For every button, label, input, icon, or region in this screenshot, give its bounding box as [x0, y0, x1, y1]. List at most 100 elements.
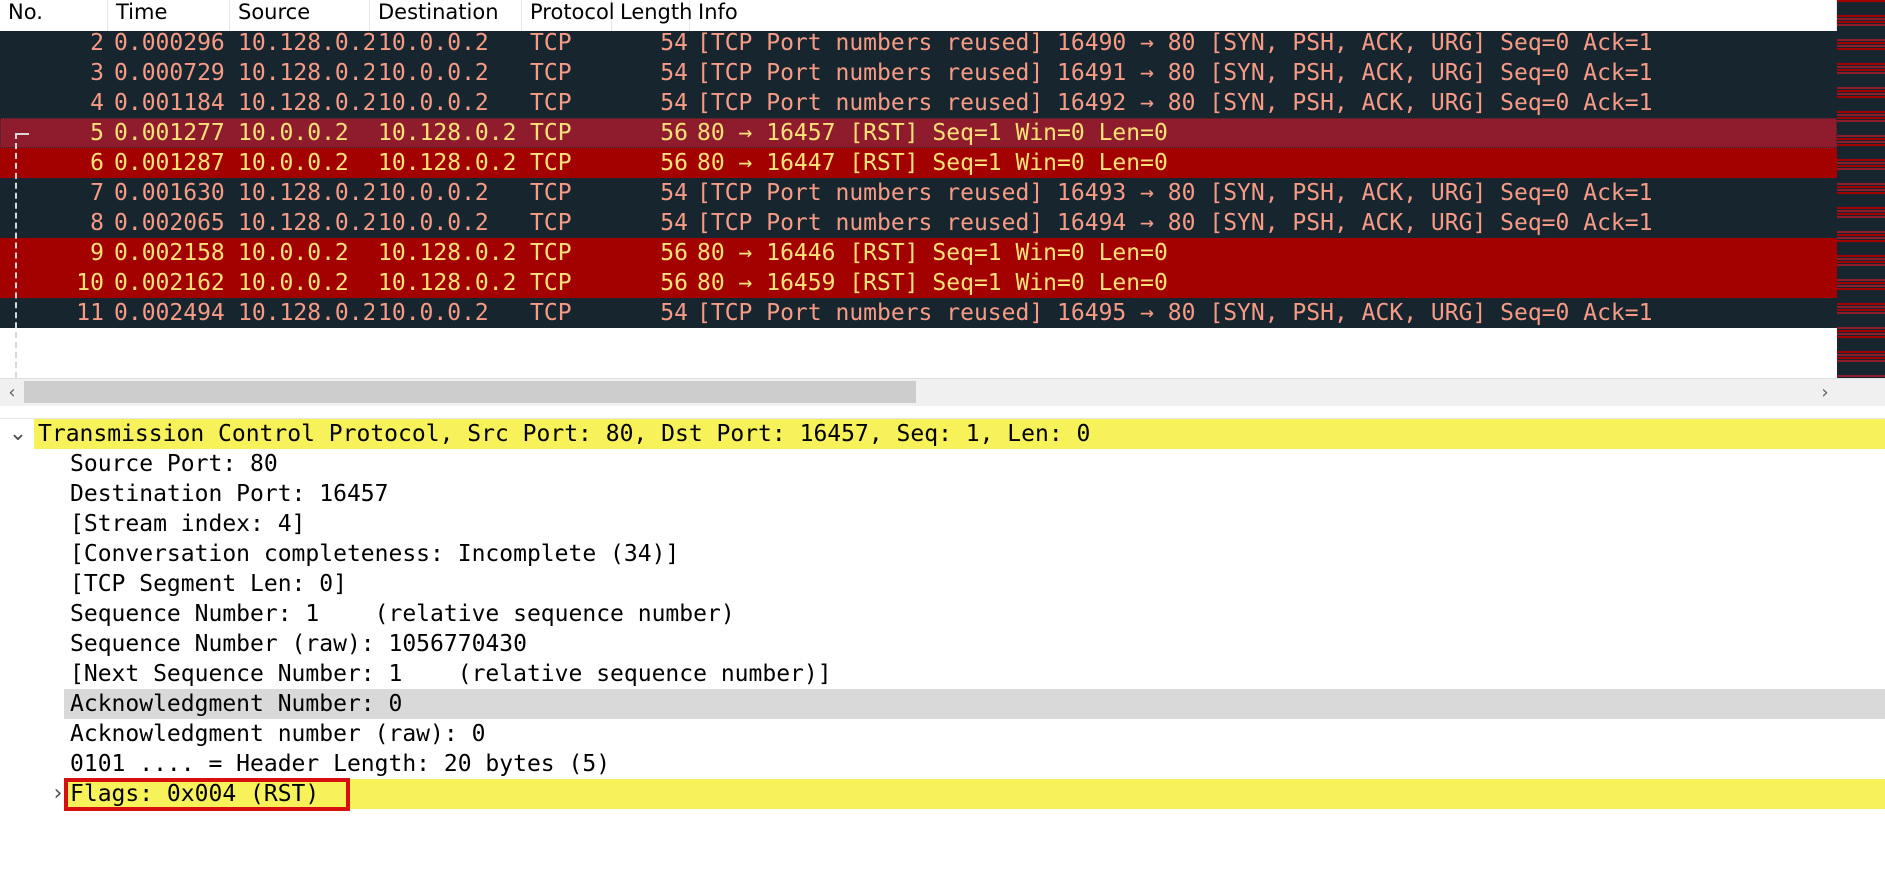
detail-tree-label: Sequence Number (raw): 1056770430: [70, 631, 527, 657]
minimap-stripe: [1837, 90, 1885, 92]
packet-src-cell: 10.128.0.2: [238, 60, 374, 86]
column-header-no[interactable]: No.: [0, 0, 108, 31]
detail-tree-label: Source Port: 80: [70, 451, 278, 477]
horizontal-scrollbar[interactable]: ‹ ›: [0, 378, 1885, 407]
minimap-stripe: [1837, 222, 1885, 224]
minimap-stripe: [1837, 261, 1885, 263]
packet-row[interactable]: 2 0.000296 10.128.0.2 10.0.0.2 TCP 54 [TCP Por…: [0, 31, 1837, 58]
minimap-stripe: [1837, 258, 1885, 260]
detail-tree-item[interactable]: [Stream index: 4]: [0, 509, 1885, 539]
detail-tree-item[interactable]: 0101 .... = Header Length: 20 bytes (5): [0, 749, 1885, 779]
detail-tree-label: Transmission Control Protocol, Src Port:…: [38, 421, 1091, 447]
minimap-stripe: [1837, 0, 1885, 2]
detail-tree-item[interactable]: ⌄ Transmission Control Protocol, Src Port…: [0, 419, 1885, 449]
column-header-info[interactable]: Info: [690, 0, 1837, 31]
packet-dst-cell: 10.0.0.2: [378, 300, 489, 326]
packet-time-cell: 0.002065: [114, 210, 225, 236]
packet-row[interactable]: 3 0.000729 10.128.0.2 10.0.0.2 TCP 54 [TCP Por…: [0, 58, 1837, 88]
detail-tree-label: Destination Port: 16457: [70, 481, 389, 507]
minimap-stripe: [1837, 75, 1885, 77]
column-header-protocol[interactable]: Protocol: [522, 0, 615, 31]
packet-time-cell: 0.001184: [114, 90, 225, 116]
column-header-destination[interactable]: Destination: [370, 0, 522, 31]
minimap-stripe: [1837, 213, 1885, 215]
pane-splitter[interactable]: [0, 406, 1885, 419]
packet-row[interactable]: 9 0.002158 10.0.0.2 10.128.0.2 TCP 56 80 → 164…: [0, 238, 1837, 268]
detail-tree-item[interactable]: [Next Sequence Number: 1 (relative seque…: [0, 659, 1885, 689]
column-header-source[interactable]: Source: [230, 0, 370, 31]
minimap-stripe: [1837, 294, 1885, 296]
minimap-stripe: [1837, 129, 1885, 131]
packet-list-rows: 2 0.000296 10.128.0.2 10.0.0.2 TCP 54 [TCP Por…: [0, 31, 1837, 378]
minimap-stripe: [1837, 174, 1885, 176]
minimap-stripe: [1837, 201, 1885, 203]
scrollbar-thumb[interactable]: [24, 381, 916, 403]
minimap-stripe: [1837, 96, 1885, 98]
packet-row[interactable]: 7 0.001630 10.128.0.2 10.0.0.2 TCP 54 [TCP Por…: [0, 178, 1837, 208]
detail-tree-item[interactable]: Acknowledgment Number: 0: [0, 689, 1885, 719]
minimap-stripe: [1837, 207, 1885, 209]
minimap-stripe: [1837, 99, 1885, 101]
minimap-stripe: [1837, 327, 1885, 329]
packet-row[interactable]: 4 0.001184 10.128.0.2 10.0.0.2 TCP 54 [TCP Por…: [0, 88, 1837, 118]
packet-src-cell: 10.128.0.2: [238, 31, 374, 56]
packet-dst-cell: 10.128.0.2: [378, 120, 517, 146]
packet-len-cell: 54: [660, 210, 688, 236]
column-header-length[interactable]: Length: [612, 0, 692, 31]
minimap-stripe: [1837, 180, 1885, 182]
minimap-stripe: [1837, 183, 1885, 185]
minimap-stripe: [1837, 132, 1885, 134]
minimap-stripe: [1837, 51, 1885, 53]
packet-row[interactable]: 5 0.001277 10.0.0.2 10.128.0.2 TCP 56 80 → 164…: [0, 118, 1837, 148]
packet-src-cell: 10.128.0.2: [238, 300, 374, 326]
minimap-stripe: [1837, 348, 1885, 350]
minimap-stripe: [1837, 144, 1885, 146]
packet-src-cell: 10.128.0.2: [238, 210, 374, 236]
packet-proto-cell: TCP: [530, 300, 572, 326]
packet-proto-cell: TCP: [530, 120, 572, 146]
minimap-stripe: [1837, 15, 1885, 17]
packet-info-cell: [TCP Port numbers reused] 16494 → 80 [SY…: [697, 210, 1653, 236]
minimap-stripe: [1837, 153, 1885, 155]
detail-tree-item[interactable]: [Conversation completeness: Incomplete (…: [0, 539, 1885, 569]
minimap-stripe: [1837, 108, 1885, 110]
minimap-stripe: [1837, 39, 1885, 41]
packet-proto-cell: TCP: [530, 90, 572, 116]
packet-row[interactable]: 11 0.002494 10.128.0.2 10.0.0.2 TCP 54 [TCP Po…: [0, 298, 1837, 328]
packet-src-cell: 10.0.0.2: [238, 150, 349, 176]
minimap-stripe: [1837, 375, 1885, 377]
packet-time-cell: 0.001277: [114, 120, 225, 146]
minimap-stripe: [1837, 231, 1885, 233]
minimap-stripe: [1837, 243, 1885, 245]
chevron-left-icon[interactable]: ‹: [0, 379, 24, 407]
detail-tree-item[interactable]: [TCP Segment Len: 0]: [0, 569, 1885, 599]
minimap-stripe: [1837, 12, 1885, 14]
packet-row[interactable]: 6 0.001287 10.0.0.2 10.128.0.2 TCP 56 80 → 164…: [0, 148, 1837, 178]
detail-tree-item[interactable]: Source Port: 80: [0, 449, 1885, 479]
minimap-stripe: [1837, 189, 1885, 191]
detail-tree-item[interactable]: › Flags: 0x004 (RST): [0, 778, 1885, 811]
chevron-down-icon[interactable]: ⌄: [6, 419, 30, 449]
packet-minimap[interactable]: [1837, 0, 1885, 378]
minimap-stripe: [1837, 138, 1885, 140]
detail-tree-item[interactable]: Acknowledgment number (raw): 0: [0, 719, 1885, 749]
packet-proto-cell: TCP: [530, 180, 572, 206]
packet-proto-cell: TCP: [530, 150, 572, 176]
minimap-stripe: [1837, 123, 1885, 125]
packet-row[interactable]: 8 0.002065 10.128.0.2 10.0.0.2 TCP 54 [TCP Por…: [0, 208, 1837, 238]
minimap-stripe: [1837, 345, 1885, 347]
detail-tree-item[interactable]: Destination Port: 16457: [0, 479, 1885, 509]
packet-row[interactable]: 10 0.002162 10.0.0.2 10.128.0.2 TCP 56 80 → 16…: [0, 268, 1837, 298]
minimap-stripe: [1837, 204, 1885, 206]
packet-time-cell: 0.002494: [114, 300, 225, 326]
minimap-stripe: [1837, 120, 1885, 122]
packet-len-cell: 54: [660, 90, 688, 116]
column-header-time[interactable]: Time: [108, 0, 230, 31]
minimap-stripe: [1837, 6, 1885, 8]
minimap-stripe: [1837, 105, 1885, 107]
chevron-right-icon[interactable]: ›: [1813, 379, 1837, 407]
detail-tree-item[interactable]: Sequence Number: 1 (relative sequence nu…: [0, 599, 1885, 629]
detail-tree-item[interactable]: Sequence Number (raw): 1056770430: [0, 629, 1885, 659]
packet-time-cell: 0.000296: [114, 31, 225, 56]
minimap-stripe: [1837, 312, 1885, 314]
